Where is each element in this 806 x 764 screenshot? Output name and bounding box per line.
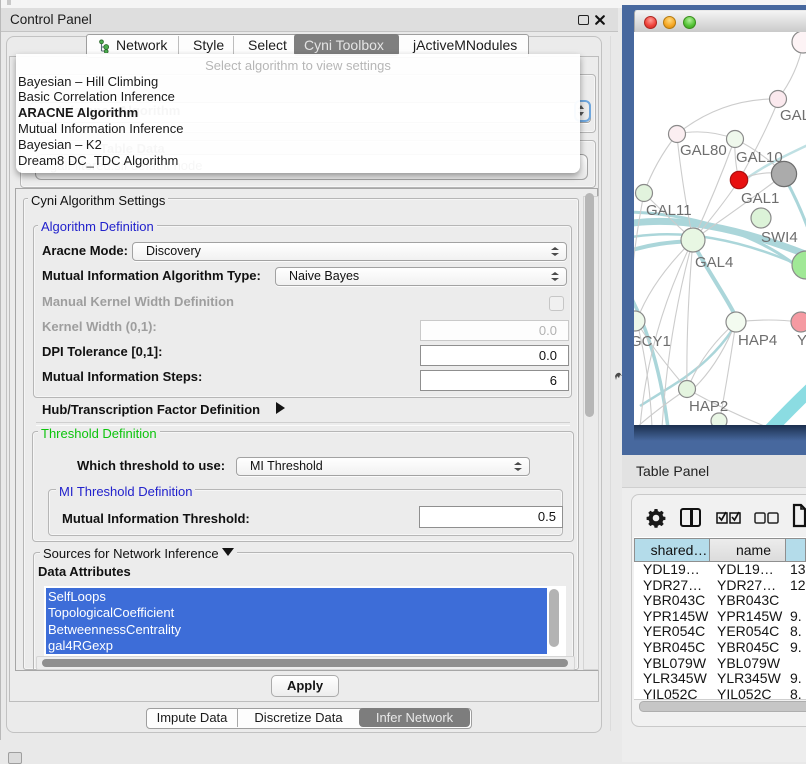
svg-text:GAL1: GAL1 <box>741 190 779 207</box>
svg-text:SWI4: SWI4 <box>761 229 798 246</box>
svg-text:GAL4: GAL4 <box>695 254 733 271</box>
svg-text:GCY1: GCY1 <box>634 333 671 350</box>
svg-text:GAL: GAL <box>780 107 806 124</box>
svg-text:HAP4: HAP4 <box>738 332 777 349</box>
svg-text:GAL80: GAL80 <box>680 142 727 159</box>
svg-text:HAP2: HAP2 <box>689 398 728 415</box>
svg-text:Y: Y <box>797 332 806 349</box>
svg-text:GAL10: GAL10 <box>736 149 783 166</box>
svg-text:GAL11: GAL11 <box>646 202 692 219</box>
